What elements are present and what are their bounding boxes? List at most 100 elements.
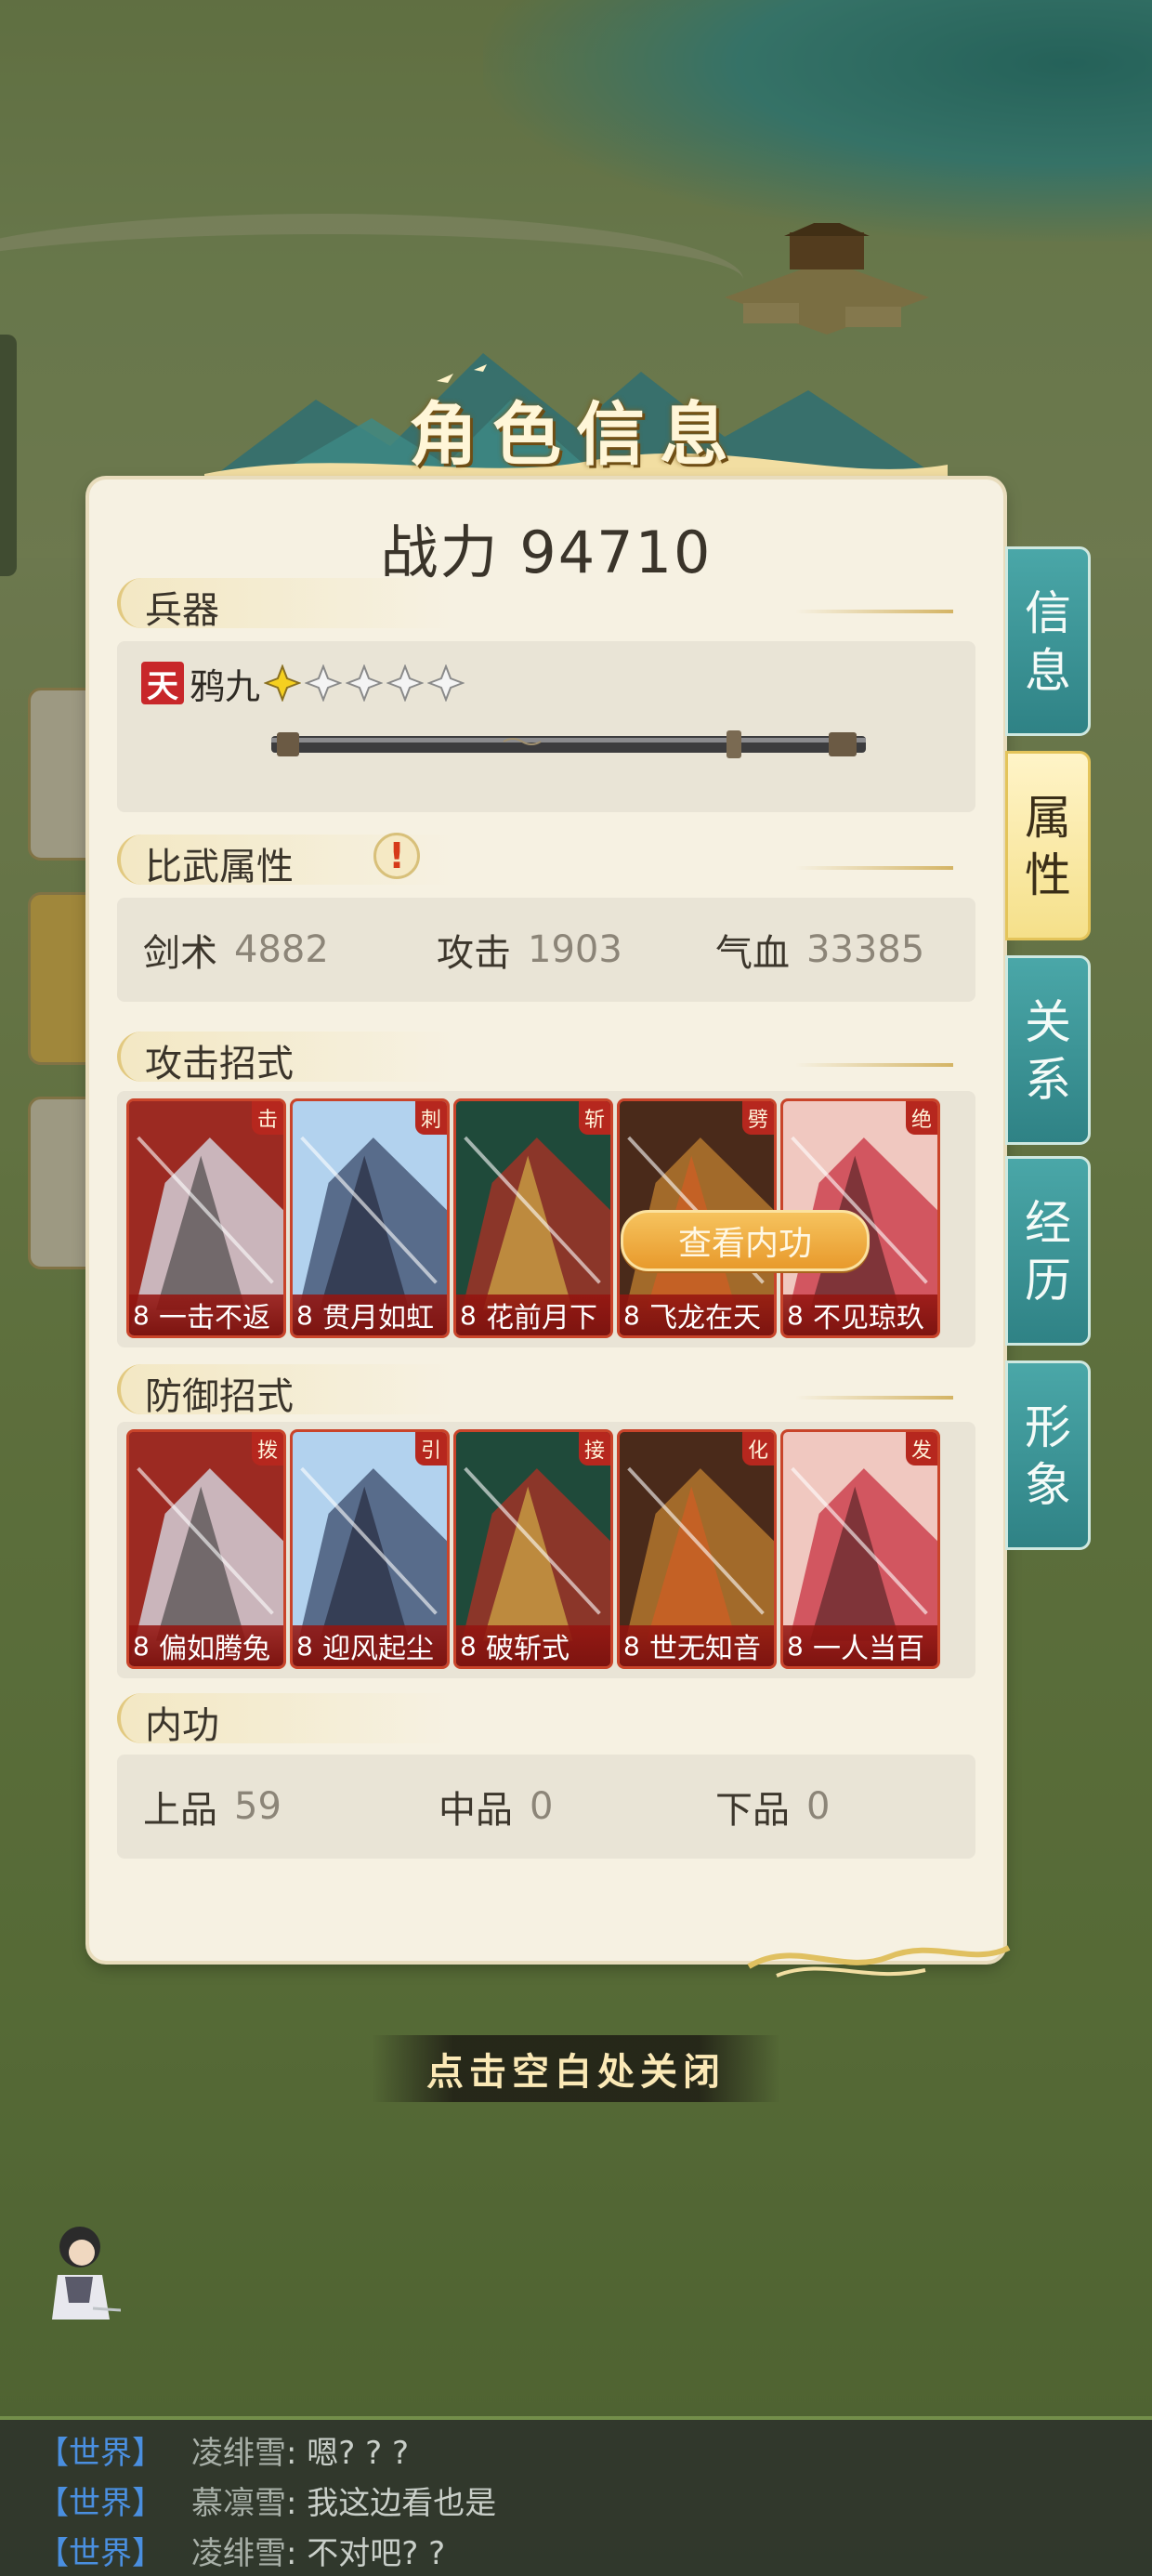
defense-skill-card[interactable]: 拨 8 偏如腾兔 <box>126 1429 286 1669</box>
defense-skill-card[interactable]: 引 8 迎风起尘 <box>290 1429 450 1669</box>
skill-caption: 8 不见琼玖 <box>783 1295 937 1335</box>
banner-title: 角色信息 <box>409 395 743 475</box>
skill-type-badge: 发 <box>905 1432 937 1465</box>
skill-type-badge: 拨 <box>251 1432 283 1465</box>
skill-caption: 8 迎风起尘 <box>293 1625 447 1666</box>
skill-caption: 8 贯月如虹 <box>293 1295 447 1335</box>
skill-type-badge: 击 <box>251 1101 283 1135</box>
neigong-mid-grade: 中品 0 <box>439 1785 554 1832</box>
skill-type-badge: 引 <box>414 1432 447 1465</box>
skill-caption: 8 破斩式 <box>456 1625 610 1666</box>
chat-channel: 【世界】 <box>37 2435 164 2472</box>
attack-skill-card[interactable]: 斩 8 花前月下 <box>453 1098 613 1338</box>
skill-name: 世无知音 <box>649 1633 761 1665</box>
close-hint[interactable]: 点击空白处关闭 <box>372 2035 780 2102</box>
chat-channel: 【世界】 <box>37 2485 164 2522</box>
star-filled-icon <box>264 664 302 702</box>
skill-type-badge: 绝 <box>905 1101 937 1135</box>
skill-caption: 8 偏如腾兔 <box>129 1625 283 1666</box>
combat-attrs-box: 剑术 4882 攻击 1903 气血 33385 <box>117 898 975 1002</box>
neigong-section-title: 内功 <box>145 1704 219 1747</box>
skill-level: 8 <box>460 1630 477 1662</box>
skill-level: 8 <box>296 1630 313 1662</box>
defense-skill-cards: 拨 8 偏如腾兔 引 8 迎风起尘 接 8 破斩式 化 8 世无知音 发 8 一人当百 <box>126 1429 940 1669</box>
skill-type-badge: 斩 <box>578 1101 610 1135</box>
combat-attrs-section-header: 比武属性 ! <box>117 829 953 888</box>
skill-name: 不见琼玖 <box>813 1302 924 1334</box>
star-empty-icon <box>427 664 465 702</box>
skill-caption: 8 一击不返 <box>129 1295 283 1335</box>
skill-level: 8 <box>460 1299 477 1331</box>
star-empty-icon <box>305 664 343 702</box>
defense-skills-box: 拨 8 偏如腾兔 引 8 迎风起尘 接 8 破斩式 化 8 世无知音 发 8 一人当百 <box>117 1422 975 1678</box>
world-chat[interactable]: 【世界】 凌绯雪 : 嗯? ? ? 【世界】 慕凛雪 : 我这边看也是 【世界】… <box>0 2420 1152 2576</box>
skill-caption: 8 世无知音 <box>620 1625 774 1666</box>
tab-relations[interactable]: 关系 <box>1005 955 1091 1145</box>
cloud-ornament-icon <box>747 1945 1011 1978</box>
weapon-section-header: 兵器 <box>117 572 953 632</box>
chat-message: 【世界】 凌绯雪 : 不对吧? ? <box>37 2528 445 2573</box>
stat-attack: 攻击 1903 <box>437 928 622 975</box>
tab-attributes[interactable]: 属性 <box>1005 751 1091 940</box>
attack-skills-section-title: 攻击招式 <box>145 1043 294 1085</box>
chat-text: : 不对吧? ? <box>286 2535 446 2572</box>
chat-sender[interactable]: 慕凛雪 <box>191 2477 286 2523</box>
defense-skill-card[interactable]: 化 8 世无知音 <box>617 1429 777 1669</box>
chat-message: 【世界】 慕凛雪 : 我这边看也是 <box>37 2477 496 2523</box>
skill-type-badge: 劈 <box>741 1101 774 1135</box>
chat-sender[interactable]: 凌绯雪 <box>191 2528 286 2573</box>
skill-name: 一人当百 <box>813 1633 924 1665</box>
star-empty-icon <box>386 664 425 702</box>
chat-message: 【世界】 凌绯雪 : 嗯? ? ? <box>37 2427 409 2473</box>
stat-swordsmanship: 剑术 4882 <box>143 928 329 975</box>
chat-channel: 【世界】 <box>37 2535 164 2572</box>
character-info-panel: 战力 94710 兵器 天 鸦九 比武属性 ! 剑术 4882 攻击 1903 … <box>89 480 1011 1978</box>
defense-skills-section-title: 防御招式 <box>145 1375 294 1418</box>
tab-appearance[interactable]: 形象 <box>1005 1360 1091 1550</box>
skill-level: 8 <box>133 1630 150 1662</box>
skill-caption: 8 一人当百 <box>783 1625 937 1666</box>
attack-skills-section-header: 攻击招式 <box>117 1026 953 1085</box>
weapon-section-title: 兵器 <box>145 589 219 632</box>
skill-name: 贯月如虹 <box>322 1302 434 1334</box>
weapon-grade-badge: 天 <box>141 662 184 705</box>
chat-sender[interactable]: 凌绯雪 <box>191 2427 286 2473</box>
alert-icon[interactable]: ! <box>373 833 420 879</box>
skill-name: 一击不返 <box>159 1302 270 1334</box>
stat-hp: 气血 33385 <box>715 928 925 975</box>
defense-skill-card[interactable]: 发 8 一人当百 <box>780 1429 940 1669</box>
skill-level: 8 <box>296 1299 313 1331</box>
skill-name: 偏如腾兔 <box>159 1633 270 1665</box>
tab-info[interactable]: 信息 <box>1005 546 1091 736</box>
chat-text: : 嗯? ? ? <box>286 2435 410 2472</box>
weapon-name: 鸦九 <box>190 665 261 707</box>
skill-level: 8 <box>787 1299 804 1331</box>
skill-name: 花前月下 <box>486 1302 597 1334</box>
attack-skill-card[interactable]: 刺 8 贯月如虹 <box>290 1098 450 1338</box>
neigong-high-grade: 上品 59 <box>143 1785 281 1832</box>
skill-caption: 8 飞龙在天 <box>620 1295 774 1335</box>
skill-level: 8 <box>133 1299 150 1331</box>
skill-type-badge: 刺 <box>414 1101 447 1135</box>
skill-level: 8 <box>787 1630 804 1662</box>
neigong-section-header: 内功 <box>117 1688 953 1747</box>
star-empty-icon <box>346 664 384 702</box>
weapon-card[interactable]: 天 鸦九 <box>117 641 975 812</box>
view-neigong-button[interactable]: 查看内功 <box>621 1210 870 1271</box>
defense-skill-card[interactable]: 接 8 破斩式 <box>453 1429 613 1669</box>
attack-skill-card[interactable]: 击 8 一击不返 <box>126 1098 286 1338</box>
tab-history[interactable]: 经历 <box>1005 1156 1091 1346</box>
player-character-icon[interactable] <box>37 2219 121 2331</box>
skill-name: 破斩式 <box>486 1633 569 1665</box>
skill-level: 8 <box>623 1299 640 1331</box>
skill-level: 8 <box>623 1630 640 1662</box>
skill-name: 迎风起尘 <box>322 1633 434 1665</box>
title-banner: 角色信息 <box>149 335 1003 493</box>
defense-skills-section-header: 防御招式 <box>117 1359 953 1418</box>
skill-type-badge: 接 <box>578 1432 610 1465</box>
sword-image-icon <box>271 730 866 758</box>
neigong-low-grade: 下品 0 <box>715 1785 831 1832</box>
skill-caption: 8 花前月下 <box>456 1295 610 1335</box>
chat-text: : 我这边看也是 <box>286 2485 497 2522</box>
combat-attrs-section-title: 比武属性 <box>145 846 294 888</box>
